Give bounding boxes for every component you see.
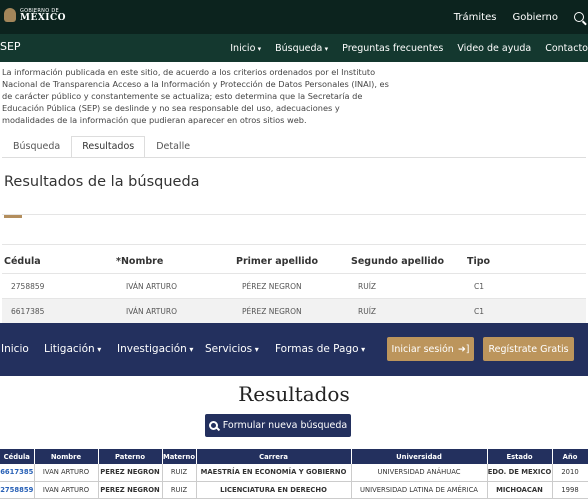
cell-nombre: IVAN ARTURO	[34, 464, 99, 482]
cell-segundo-apellido: RUÍZ	[358, 282, 377, 291]
cell-universidad: UNIVERSIDAD LATINA DE AMÉRICA	[351, 481, 488, 499]
nav-video[interactable]: Video de ayuda	[457, 43, 531, 54]
cell-materno: RUIZ	[162, 464, 197, 482]
cell-estado: EDO. DE MEXICO	[487, 464, 553, 482]
nav-formas-pago[interactable]: Formas de Pago	[275, 343, 365, 355]
disclaimer-text: La información publicada en este sitio, …	[2, 67, 389, 125]
nav-investigacion[interactable]: Investigación	[117, 343, 193, 355]
col-cedula[interactable]: Cédula	[4, 256, 41, 267]
col-universidad[interactable]: Universidad	[351, 449, 488, 464]
tab-resultados[interactable]: Resultados	[71, 136, 146, 158]
results-title: Resultados de la búsqueda	[4, 174, 200, 190]
divider	[2, 244, 586, 245]
cell-cedula: 2758859	[11, 282, 45, 291]
cedula-link[interactable]: 2758859	[0, 481, 35, 499]
cell-segundo-apellido: RUÍZ	[358, 307, 377, 316]
col-anio[interactable]: Año	[552, 449, 588, 464]
nav-inicio[interactable]: Inicio	[230, 43, 261, 54]
cell-anio: 2010	[552, 464, 588, 482]
sep-header: SEP Inicio Búsqueda Preguntas frecuentes…	[0, 34, 588, 62]
login-button[interactable]: Iniciar sesión ➜]	[387, 337, 474, 361]
tab-detalle[interactable]: Detalle	[145, 136, 201, 158]
search-icon	[208, 421, 218, 430]
col-carrera[interactable]: Carrera	[196, 449, 352, 464]
nav-contacto[interactable]: Contacto	[545, 43, 588, 54]
register-button[interactable]: Regístrate Gratis	[483, 337, 574, 361]
table-row[interactable]: 2758859 IVAN ARTURO PEREZ NEGRON RUIZ LI…	[0, 481, 588, 499]
cell-materno: RUIZ	[162, 481, 197, 499]
col-estado[interactable]: Estado	[487, 449, 553, 464]
cell-universidad: UNIVERSIDAD ANÁHUAC	[351, 464, 488, 482]
tab-busqueda[interactable]: Búsqueda	[2, 136, 71, 158]
cell-carrera: MAESTRÍA EN ECONOMÍA Y GOBIERNO	[196, 464, 352, 482]
search-icon[interactable]	[574, 12, 584, 22]
col-nombre[interactable]: *Nombre	[116, 256, 163, 267]
login-label: Iniciar sesión	[391, 343, 454, 355]
cell-estado: MICHOACAN	[487, 481, 553, 499]
accent-bar	[4, 215, 22, 218]
nav-busqueda[interactable]: Búsqueda	[275, 43, 328, 54]
tab-divider	[2, 157, 586, 158]
cell-paterno: PEREZ NEGRON	[98, 481, 163, 499]
cell-tipo: C1	[474, 282, 485, 291]
cell-primer-apellido: PÉREZ NEGRON	[242, 282, 302, 291]
nav-preguntas[interactable]: Preguntas frecuentes	[342, 43, 443, 54]
nav-servicios[interactable]: Servicios	[205, 343, 259, 355]
cedula-link[interactable]: 6617385	[0, 464, 35, 482]
gov-header: GOBIERNO DE MÉXICO Trámites Gobierno	[0, 0, 588, 34]
tramites-link[interactable]: Trámites	[454, 12, 497, 23]
new-search-button[interactable]: Formular nueva búsqueda	[205, 414, 351, 437]
cell-anio: 1998	[552, 481, 588, 499]
gobierno-link[interactable]: Gobierno	[512, 12, 558, 23]
col-tipo[interactable]: Tipo	[467, 256, 490, 267]
cell-cedula: 6617385	[11, 307, 45, 316]
gov-logo[interactable]: GOBIERNO DE MÉXICO	[4, 8, 67, 23]
eagle-shield-icon	[4, 8, 16, 22]
portal-results-title: Resultados	[238, 382, 350, 406]
cell-paterno: PEREZ NEGRON	[98, 464, 163, 482]
table-header-row: Cédula Nombre Paterno Materno Carrera Un…	[0, 449, 588, 464]
sep-nav: Inicio Búsqueda Preguntas frecuentes Vid…	[216, 34, 588, 62]
register-label: Regístrate Gratis	[488, 343, 569, 355]
nav-litigacion[interactable]: Litigación	[44, 343, 101, 355]
sign-in-icon: ➜]	[457, 343, 470, 355]
logo-big-text: MÉXICO	[20, 13, 67, 23]
cell-nombre: IVAN ARTURO	[34, 481, 99, 499]
table-row[interactable]: 2758859 IVÁN ARTURO PÉREZ NEGRON RUÍZ C1	[2, 273, 586, 298]
cell-carrera: LICENCIATURA EN DERECHO	[196, 481, 352, 499]
cell-primer-apellido: PÉREZ NEGRON	[242, 307, 302, 316]
cell-nombre: IVÁN ARTURO	[126, 307, 177, 316]
col-segundo-apellido[interactable]: Segundo apellido	[351, 256, 444, 267]
table-row[interactable]: 6617385 IVAN ARTURO PEREZ NEGRON RUIZ MA…	[0, 464, 588, 482]
tab-bar: Búsqueda Resultados Detalle	[2, 136, 201, 158]
portal-results-table: Cédula Nombre Paterno Materno Carrera Un…	[0, 449, 588, 499]
new-search-label: Formular nueva búsqueda	[222, 420, 348, 431]
portal-nav: Inicio Litigación Investigación Servicio…	[0, 323, 588, 376]
site-title[interactable]: SEP	[0, 40, 21, 53]
col-cedula[interactable]: Cédula	[0, 449, 35, 464]
col-paterno[interactable]: Paterno	[98, 449, 163, 464]
table-row[interactable]: 6617385 IVÁN ARTURO PÉREZ NEGRON RUÍZ C1	[2, 298, 586, 323]
nav-inicio[interactable]: Inicio	[1, 343, 29, 355]
col-materno[interactable]: Materno	[162, 449, 197, 464]
col-nombre[interactable]: Nombre	[34, 449, 99, 464]
divider	[2, 214, 586, 215]
cell-tipo: C1	[474, 307, 485, 316]
cell-nombre: IVÁN ARTURO	[126, 282, 177, 291]
col-primer-apellido[interactable]: Primer apellido	[236, 256, 318, 267]
